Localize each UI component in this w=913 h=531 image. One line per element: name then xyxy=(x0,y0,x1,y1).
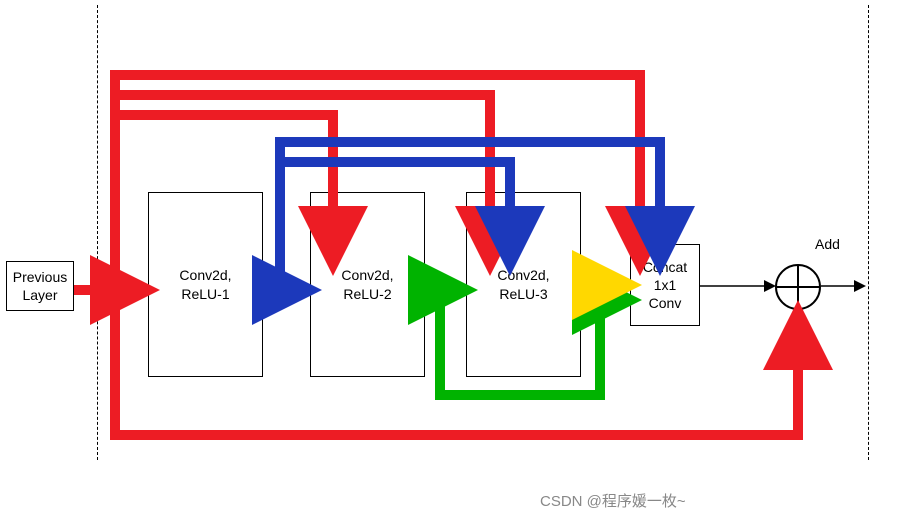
conv3-box: Conv2d, ReLU-3 xyxy=(466,192,581,377)
add-label: Add xyxy=(815,236,840,252)
module-boundary-left xyxy=(97,5,98,460)
watermark: CSDN @程序媛一枚~ xyxy=(540,490,686,511)
previous-layer-box: Previous Layer xyxy=(6,261,74,311)
module-boundary-right xyxy=(868,5,869,460)
conv2-box: Conv2d, ReLU-2 xyxy=(310,192,425,377)
add-op xyxy=(775,264,821,310)
conv1-box: Conv2d, ReLU-1 xyxy=(148,192,263,377)
concat-box: Concat 1x1 Conv xyxy=(630,244,700,326)
arrow-layer xyxy=(0,0,913,531)
diagram-canvas: Previous Layer Conv2d, ReLU-1 Conv2d, Re… xyxy=(0,0,913,531)
